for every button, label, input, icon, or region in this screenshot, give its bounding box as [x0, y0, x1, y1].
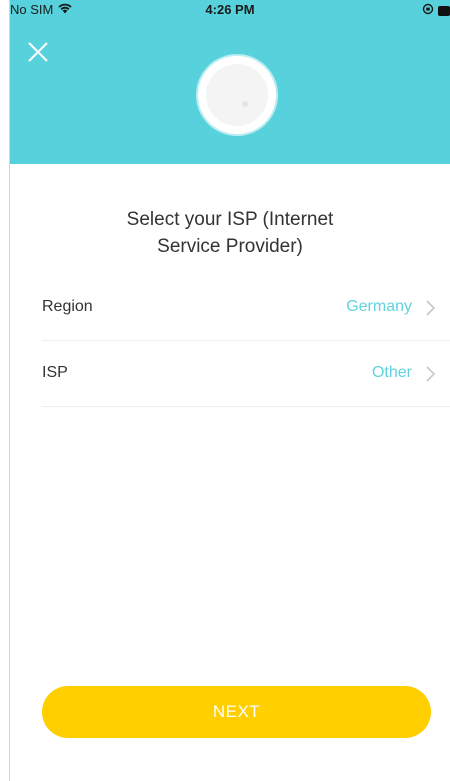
settings-list: Region Germany ISP Other: [42, 275, 450, 407]
status-bar: No SIM 4:26 PM: [10, 0, 450, 20]
close-icon: [28, 42, 48, 62]
status-time: 4:26 PM: [205, 2, 255, 17]
battery-icon: [438, 5, 450, 16]
region-value: Germany: [346, 298, 412, 315]
region-label: Region: [42, 298, 93, 315]
left-edge: [0, 0, 10, 781]
header: No SIM 4:26 PM: [10, 0, 450, 164]
isp-label: ISP: [42, 364, 68, 381]
device-image: [198, 56, 276, 134]
next-button[interactable]: NEXT: [42, 686, 431, 738]
screen: No SIM 4:26 PM Select your ISP (Internet…: [0, 0, 450, 781]
page-title: Select your ISP (Internet Service Provid…: [10, 206, 450, 260]
close-button[interactable]: [26, 40, 50, 64]
title-line-2: Service Provider): [157, 236, 303, 257]
device-body: [206, 64, 268, 126]
title-line-1: Select your ISP (Internet: [126, 209, 334, 230]
orientation-lock-icon: [422, 3, 434, 18]
isp-row[interactable]: ISP Other: [42, 341, 450, 407]
chevron-right-icon: [426, 300, 436, 316]
chevron-right-icon: [426, 366, 436, 382]
status-right: [422, 3, 450, 18]
isp-value: Other: [371, 364, 412, 381]
device-logo: [242, 101, 248, 107]
region-row[interactable]: Region Germany: [42, 275, 450, 341]
